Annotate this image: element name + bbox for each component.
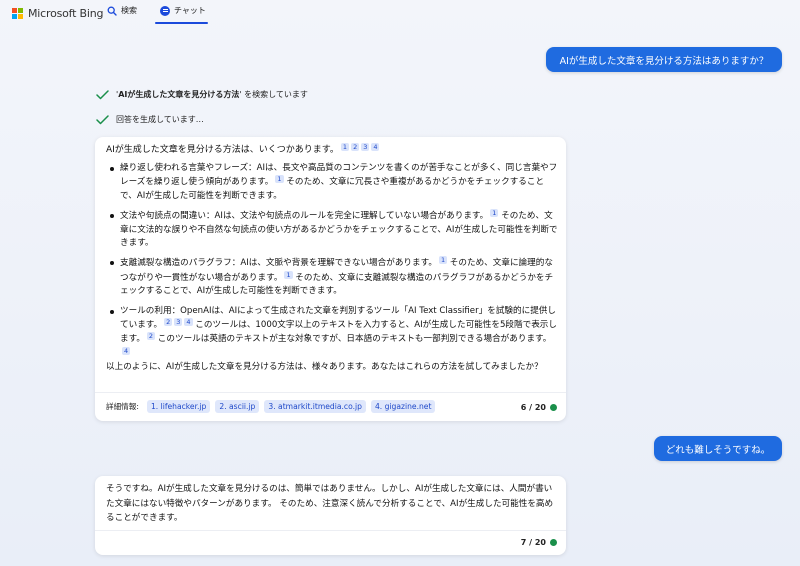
search-status-suffix: ' を検索しています	[239, 90, 308, 99]
user-message-text: どれも難しそうですね。	[665, 444, 771, 456]
reference-link[interactable]: 1. lifehacker.jp	[146, 400, 211, 413]
bot-answer-card: そうですね。AIが生成した文章を見分けるのは、簡単ではありません。しかし、AIが…	[95, 476, 566, 555]
divider	[95, 530, 566, 531]
chat-icon	[160, 5, 170, 16]
user-message-text: AIが生成した文章を見分ける方法はありますか？	[559, 55, 769, 67]
citation-badge[interactable]: 1	[438, 256, 448, 265]
user-message-bubble: AIが生成した文章を見分ける方法はありますか？	[546, 47, 782, 72]
bing-logo[interactable]: Microsoft Bing	[12, 7, 104, 20]
active-tab-indicator	[155, 22, 208, 24]
references-label: 詳細情報:	[106, 402, 139, 411]
reference-link[interactable]: 2. ascii.jp	[215, 400, 260, 413]
tab-chat-label: チャット	[174, 6, 206, 15]
search-status: ' AIが生成した文章を見分ける方法 ' を検索しています	[96, 89, 308, 100]
intro-citations: 1234	[339, 142, 380, 155]
answer-points-list: 繰り返し使われる言葉やフレーズ：AIは、長文や高品質のコンテンツを書くのが苦手な…	[106, 162, 558, 367]
answer-point-text: このツールは英語のテキストが主な対象ですが、日本語のテキストも一部判別できる場合…	[155, 334, 552, 345]
turn-counter: 7 / 20	[521, 538, 557, 547]
reference-link[interactable]: 3. atmarkit.itmedia.co.jp	[264, 400, 366, 413]
citation-badge[interactable]: 4	[371, 142, 380, 151]
citation-badge[interactable]: 2	[164, 318, 173, 327]
top-bar: Microsoft Bing 検索 チャット	[0, 0, 800, 26]
citation-badge[interactable]: 1	[284, 270, 293, 279]
citation-badge[interactable]: 4	[122, 346, 131, 355]
bot-answer-card: AIが生成した文章を見分ける方法は、いくつかあります。 1234 繰り返し使われ…	[95, 137, 566, 421]
answer-point-text: 支離滅裂な構造のパラグラフ：AIは、文脈や背景を理解できない場合があります。	[120, 258, 437, 269]
microsoft-logo-icon	[12, 8, 23, 19]
turn-counter-text: 7 / 20	[520, 538, 546, 547]
answer-text: そうですね。AIが生成した文章を見分けるのは、簡単ではありません。しかし、AIが…	[106, 484, 554, 524]
brand-name: Microsoft Bing	[28, 7, 104, 20]
answer-point: 繰り返し使われる言葉やフレーズ：AIは、長文や高品質のコンテンツを書くのが苦手な…	[106, 162, 558, 203]
tab-chat[interactable]: チャット	[160, 5, 206, 16]
answer-point: 支離滅裂な構造のパラグラフ：AIは、文脈や背景を理解できない場合があります。 1 …	[106, 256, 558, 298]
answer-point: 文法や句読点の間違い：AIは、文法や句読点のルールを完全に理解していない場合があ…	[106, 209, 558, 250]
search-icon	[107, 6, 117, 16]
user-message-bubble: どれも難しそうですね。	[654, 436, 782, 461]
references-row: 詳細情報: 1. lifehacker.jp 2. ascii.jp 3. at…	[106, 400, 440, 413]
citation-badge[interactable]: 4	[184, 318, 193, 327]
citation-badge[interactable]: 2	[146, 332, 156, 341]
citation-badge[interactable]: 2	[351, 142, 360, 151]
checkmark-icon	[96, 89, 109, 99]
citation-badge[interactable]: 1	[275, 175, 284, 184]
citation-badge[interactable]: 1	[340, 142, 350, 151]
generating-status: 回答を生成しています…	[96, 114, 204, 125]
search-status-query: AIが生成した文章を見分ける方法	[118, 90, 240, 99]
checkmark-icon	[96, 114, 109, 124]
tab-search[interactable]: 検索	[107, 5, 137, 16]
answer-intro-text: AIが生成した文章を見分ける方法は、いくつかあります。	[106, 145, 339, 155]
turn-counter-text: 6 / 20	[520, 403, 546, 412]
citation-badge[interactable]: 3	[361, 142, 370, 151]
tab-search-label: 検索	[121, 6, 137, 15]
answer-intro: AIが生成した文章を見分ける方法は、いくつかあります。 1234	[106, 142, 380, 155]
status-dot-icon	[550, 539, 557, 546]
reference-link[interactable]: 4. gigazine.net	[370, 400, 436, 413]
generating-status-text: 回答を生成しています…	[116, 115, 204, 124]
answer-outro: 以上のように、AIが生成した文章を見分ける方法は、様々あります。あなたはこれらの…	[106, 362, 543, 372]
answer-point-text: 文法や句読点の間違い：AIは、文法や句読点のルールを完全に理解していない場合があ…	[120, 211, 489, 222]
divider	[95, 392, 566, 393]
answer-point: ツールの利用：OpenAIは、AIによって生成された文章を判別するツール「AI …	[106, 305, 558, 362]
citation-badge[interactable]: 3	[174, 318, 183, 327]
turn-counter: 6 / 20	[521, 403, 557, 412]
status-dot-icon	[550, 404, 557, 411]
